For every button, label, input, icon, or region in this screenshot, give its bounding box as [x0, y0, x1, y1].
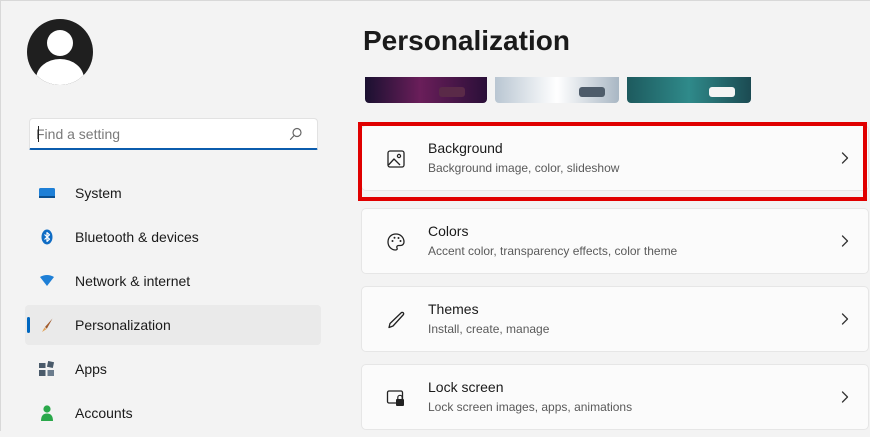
sidebar-item-apps[interactable]: Apps	[25, 349, 321, 389]
sidebar-item-label: Personalization	[75, 317, 171, 333]
sidebar-item-bluetooth[interactable]: Bluetooth & devices	[25, 217, 321, 257]
sidebar-item-label: Bluetooth & devices	[75, 229, 199, 245]
card-title: Themes	[428, 301, 479, 317]
text-caret	[38, 126, 39, 142]
bluetooth-icon	[41, 229, 53, 245]
avatar-body-shape	[36, 59, 84, 85]
chevron-right-icon	[841, 152, 849, 164]
card-title: Colors	[428, 223, 469, 239]
card-description: Lock screen images, apps, animations	[428, 400, 633, 414]
search-input[interactable]	[36, 123, 286, 145]
lock-screen-card[interactable]: Lock screen Lock screen images, apps, an…	[361, 364, 869, 430]
themes-card[interactable]: Themes Install, create, manage	[361, 286, 869, 352]
lock-screen-icon	[386, 390, 404, 406]
sidebar-nav: System Bluetooth & devices Network & int…	[25, 173, 321, 437]
picture-icon	[387, 150, 405, 168]
person-icon	[41, 405, 53, 421]
search-icon[interactable]	[289, 127, 303, 141]
theme-previews	[365, 77, 765, 103]
sidebar-item-label: Apps	[75, 361, 107, 377]
background-card[interactable]: Background Background image, color, slid…	[361, 125, 869, 191]
colors-card[interactable]: Colors Accent color, transparency effect…	[361, 208, 869, 274]
search-box[interactable]	[29, 118, 318, 150]
card-title: Lock screen	[428, 379, 504, 395]
theme-preview-1[interactable]	[365, 77, 487, 103]
palette-icon	[387, 233, 405, 251]
apps-icon	[39, 361, 55, 376]
settings-window: System Bluetooth & devices Network & int…	[0, 0, 870, 431]
brush-icon	[42, 318, 53, 332]
sidebar-item-network[interactable]: Network & internet	[25, 261, 321, 301]
card-title: Background	[428, 140, 503, 156]
chevron-right-icon	[841, 313, 849, 325]
main-panel: Personalization Background Background im…	[341, 1, 870, 432]
page-title: Personalization	[363, 25, 570, 56]
chevron-right-icon	[841, 235, 849, 247]
avatar[interactable]	[27, 19, 93, 85]
card-description: Accent color, transparency effects, colo…	[428, 244, 678, 258]
sidebar-item-label: Network & internet	[75, 273, 191, 289]
sidebar-item-accounts[interactable]: Accounts	[25, 393, 321, 433]
avatar-head-shape	[47, 30, 73, 56]
theme-preview-2[interactable]	[495, 77, 619, 103]
monitor-icon	[39, 188, 55, 198]
pen-icon	[388, 311, 405, 329]
sidebar-item-label: System	[75, 185, 122, 201]
sidebar: System Bluetooth & devices Network & int…	[1, 1, 331, 432]
sidebar-item-label: Accounts	[75, 405, 133, 421]
card-description: Background image, color, slideshow	[428, 161, 620, 175]
theme-preview-3[interactable]	[627, 77, 751, 103]
chevron-right-icon	[841, 391, 849, 403]
wifi-icon	[40, 275, 54, 286]
active-indicator	[27, 317, 30, 333]
card-description: Install, create, manage	[428, 322, 550, 336]
sidebar-item-personalization[interactable]: Personalization	[25, 305, 321, 345]
sidebar-item-system[interactable]: System	[25, 173, 321, 213]
